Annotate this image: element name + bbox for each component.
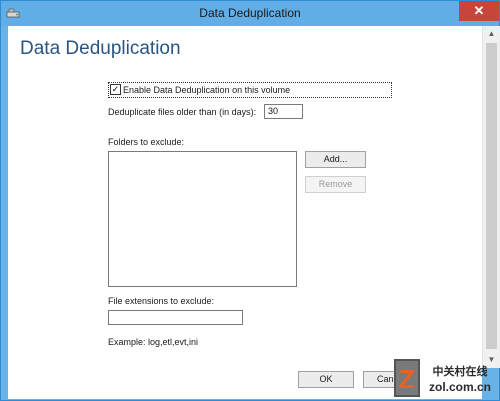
remove-button[interactable]: Remove xyxy=(305,176,366,193)
ok-button[interactable]: OK xyxy=(298,371,354,388)
dialog-window: Data Deduplication ✕ Data Deduplication … xyxy=(0,0,500,401)
example-text: Example: log,etl,evt,ini xyxy=(108,337,199,347)
extensions-input[interactable] xyxy=(108,310,243,325)
scroll-thumb[interactable] xyxy=(486,43,497,349)
add-button[interactable]: Add... xyxy=(305,151,366,168)
vertical-scrollbar[interactable]: ▲ ▼ xyxy=(482,26,500,368)
zol-watermark: Z 中关村在线 zol.com.cn xyxy=(394,359,491,397)
scroll-up-icon[interactable]: ▲ xyxy=(483,26,500,42)
dialog-content: Data Deduplication ✓ Enable Data Dedupli… xyxy=(8,26,482,399)
checkmark-icon[interactable]: ✓ xyxy=(110,84,121,95)
watermark-chinese: 中关村在线 xyxy=(433,364,488,378)
enable-dedup-label: Enable Data Deduplication on this volume xyxy=(123,85,291,95)
folders-label: Folders to exclude: xyxy=(108,137,185,147)
logo-letter: Z xyxy=(399,364,415,394)
ext-label: File extensions to exclude: xyxy=(108,296,215,306)
zol-logo-icon: Z xyxy=(394,359,420,397)
enable-dedup-checkbox[interactable]: ✓ Enable Data Deduplication on this volu… xyxy=(108,82,392,98)
window-title: Data Deduplication xyxy=(199,6,301,20)
close-button[interactable]: ✕ xyxy=(459,1,499,21)
close-icon: ✕ xyxy=(473,3,485,18)
page-title: Data Deduplication xyxy=(20,38,181,59)
days-input[interactable]: 30 xyxy=(264,104,303,119)
folders-list[interactable] xyxy=(108,151,297,287)
watermark-site: zol.com.cn xyxy=(429,380,491,394)
days-label: Deduplicate files older than (in days): xyxy=(108,107,257,117)
title-bar[interactable]: Data Deduplication ✕ xyxy=(1,1,499,26)
